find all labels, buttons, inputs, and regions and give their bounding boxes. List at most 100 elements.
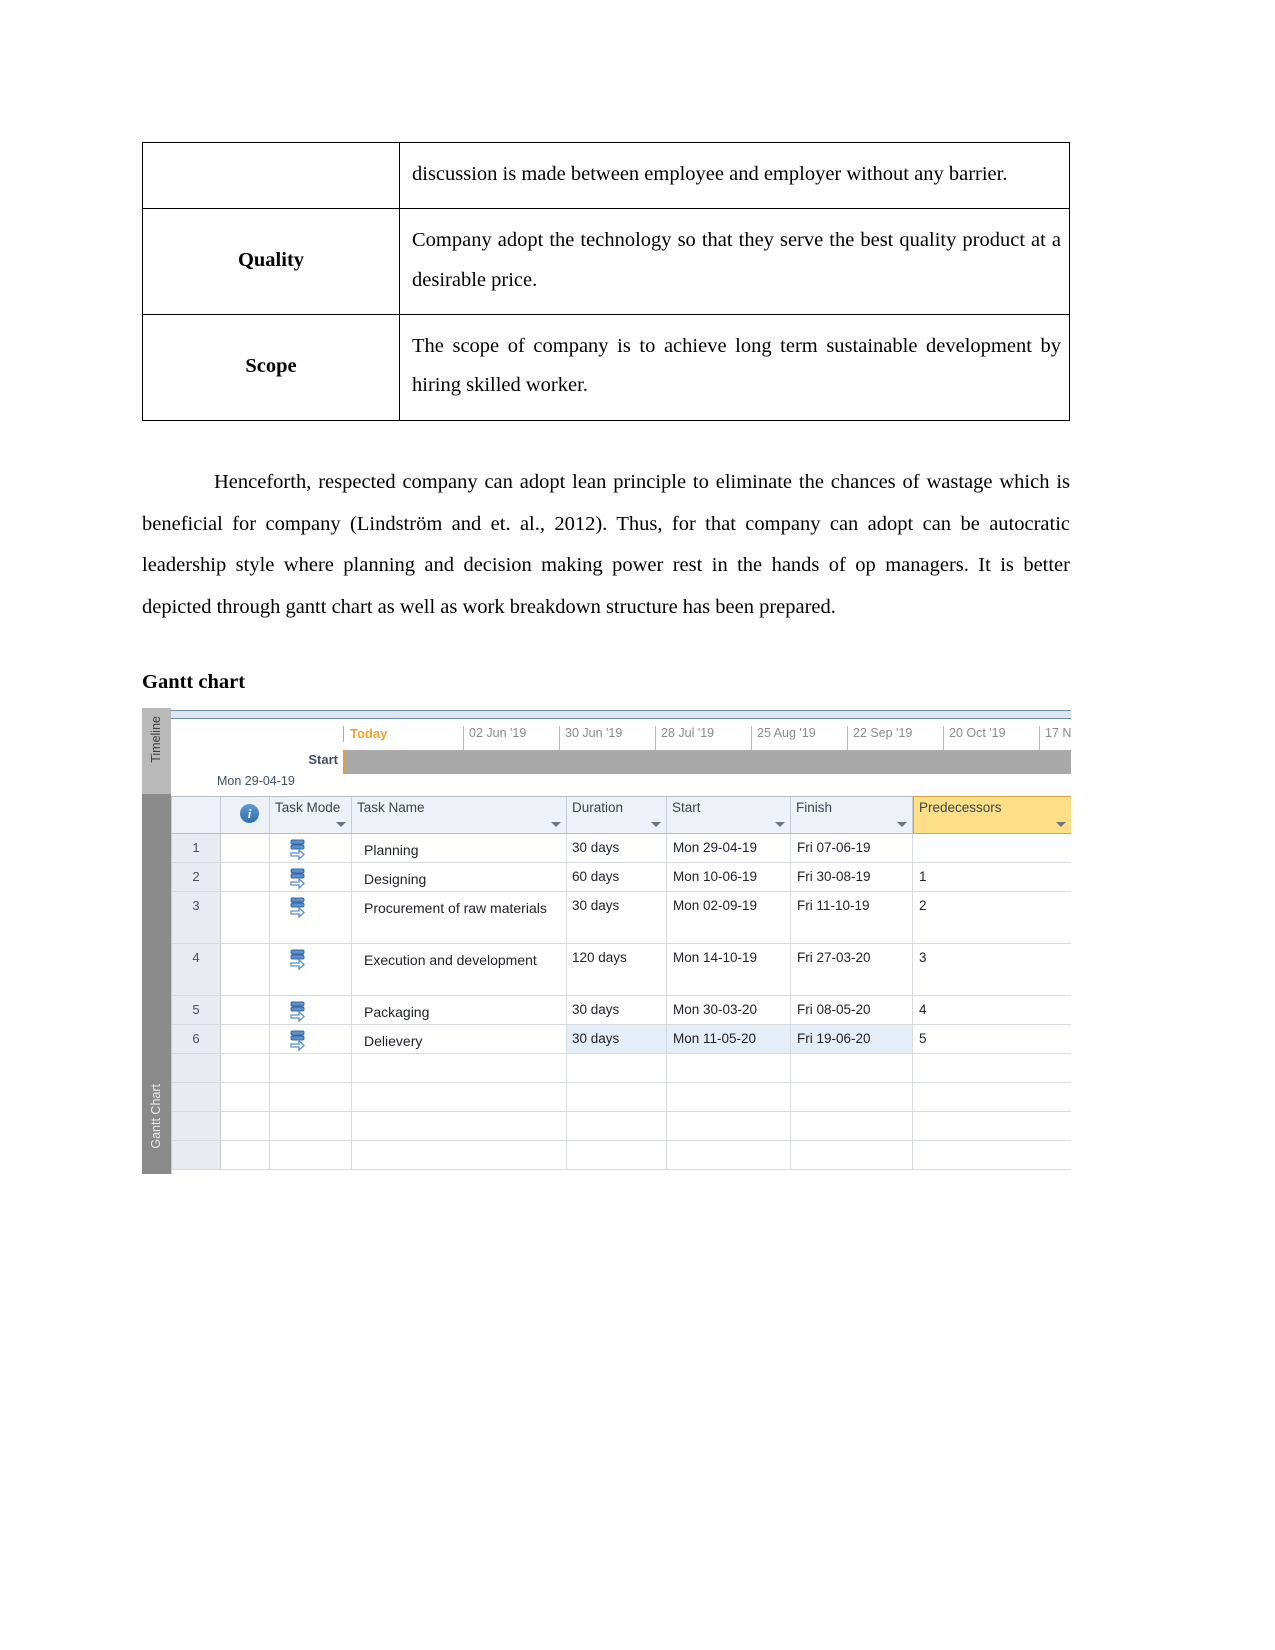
timeline-project-bar[interactable] [343,750,1071,774]
cell-duration[interactable] [567,1141,667,1169]
cell-task-name[interactable] [352,1112,567,1140]
tab-gantt-chart[interactable]: Gantt Chart [142,794,171,1174]
cell-duration[interactable]: 30 days [567,834,667,862]
cell-finish[interactable]: Fri 07-06-19 [791,834,913,862]
table-row[interactable]: 1 Planning 30 days Mon 29-04-19 Fri 07-0… [172,834,1071,863]
column-header-predecessors[interactable]: Predecessors [913,796,1071,834]
chevron-down-icon[interactable] [1056,822,1066,827]
cell-task-name[interactable]: Packaging [352,996,567,1024]
cell-indicators[interactable] [221,892,270,943]
row-number[interactable]: 2 [172,863,221,891]
table-row-empty[interactable] [172,1054,1071,1083]
chevron-down-icon[interactable] [897,822,907,827]
cell-task-name[interactable] [352,1141,567,1169]
cell-predecessors[interactable]: 4 [913,996,1071,1024]
cell-duration[interactable]: 30 days [567,892,667,943]
cell-duration[interactable] [567,1083,667,1111]
cell-indicators[interactable] [221,996,270,1024]
cell-task-mode[interactable] [270,1083,352,1111]
cell-duration[interactable] [567,1054,667,1082]
cell-start[interactable] [667,1112,791,1140]
cell-start[interactable]: Mon 11-05-20 [667,1025,791,1053]
cell-start[interactable]: Mon 30-03-20 [667,996,791,1024]
cell-duration[interactable] [567,1112,667,1140]
cell-predecessors[interactable] [913,1083,1071,1111]
column-header-rownum[interactable] [172,797,221,833]
cell-start[interactable]: Mon 29-04-19 [667,834,791,862]
cell-task-mode[interactable] [270,1025,352,1053]
tab-timeline[interactable]: Timeline [142,708,172,794]
row-number[interactable]: 3 [172,892,221,943]
column-header-duration[interactable]: Duration [567,797,667,833]
table-row[interactable]: 4 Execution and development 120 days Mon… [172,944,1071,996]
cell-finish[interactable]: Fri 19-06-20 [791,1025,913,1053]
row-number[interactable] [172,1054,221,1082]
row-number[interactable] [172,1141,221,1169]
cell-indicators[interactable] [221,1025,270,1053]
cell-task-name[interactable]: Delievery [352,1025,567,1053]
timeline-pane[interactable]: 02 Jun '19 30 Jun '19 28 Jul '19 25 Aug … [171,708,1071,794]
cell-duration[interactable]: 120 days [567,944,667,995]
table-row-empty[interactable] [172,1083,1071,1112]
table-row[interactable]: 2 Designing 60 days Mon 10-06-19 Fri 30-… [172,863,1071,892]
cell-indicators[interactable] [221,834,270,862]
cell-indicators[interactable] [221,944,270,995]
table-row-empty[interactable] [172,1112,1071,1141]
task-grid[interactable]: i Task Mode Task Name Duration Start Fin… [171,796,1071,1174]
chevron-down-icon[interactable] [775,822,785,827]
cell-finish[interactable]: Fri 11-10-19 [791,892,913,943]
row-number[interactable]: 4 [172,944,221,995]
chevron-down-icon[interactable] [551,822,561,827]
cell-predecessors[interactable] [913,834,1071,862]
column-header-finish[interactable]: Finish [791,797,913,833]
cell-duration[interactable]: 30 days [567,1025,667,1053]
table-row[interactable]: 5 Packaging 30 days Mon 30-03-20 Fri 08-… [172,996,1071,1025]
cell-task-mode[interactable] [270,1141,352,1169]
cell-task-name[interactable]: Procurement of raw materials [352,892,567,943]
column-header-task-name[interactable]: Task Name [352,797,567,833]
cell-predecessors[interactable]: 5 [913,1025,1071,1053]
cell-indicators[interactable] [221,1112,270,1140]
column-header-task-mode[interactable]: Task Mode [270,797,352,833]
cell-task-mode[interactable] [270,1112,352,1140]
cell-predecessors[interactable] [913,1112,1071,1140]
chevron-down-icon[interactable] [651,822,661,827]
cell-start[interactable] [667,1054,791,1082]
cell-start[interactable]: Mon 10-06-19 [667,863,791,891]
table-row[interactable]: 6 Delievery 30 days Mon 11-05-20 Fri 19-… [172,1025,1071,1054]
cell-predecessors[interactable]: 1 [913,863,1071,891]
column-header-start[interactable]: Start [667,797,791,833]
row-number[interactable] [172,1112,221,1140]
column-header-indicators[interactable]: i [221,797,270,833]
cell-finish[interactable]: Fri 30-08-19 [791,863,913,891]
cell-task-mode[interactable] [270,863,352,891]
cell-finish[interactable] [791,1054,913,1082]
cell-task-mode[interactable] [270,834,352,862]
cell-start[interactable] [667,1141,791,1169]
cell-task-name[interactable]: Execution and development [352,944,567,995]
cell-finish[interactable]: Fri 27-03-20 [791,944,913,995]
cell-task-mode[interactable] [270,892,352,943]
cell-task-name[interactable] [352,1083,567,1111]
cell-duration[interactable]: 30 days [567,996,667,1024]
cell-duration[interactable]: 60 days [567,863,667,891]
cell-start[interactable] [667,1083,791,1111]
row-number[interactable]: 5 [172,996,221,1024]
cell-start[interactable]: Mon 14-10-19 [667,944,791,995]
cell-indicators[interactable] [221,1141,270,1169]
cell-task-mode[interactable] [270,944,352,995]
cell-task-name[interactable]: Designing [352,863,567,891]
row-number[interactable]: 6 [172,1025,221,1053]
cell-indicators[interactable] [221,863,270,891]
cell-indicators[interactable] [221,1054,270,1082]
cell-start[interactable]: Mon 02-09-19 [667,892,791,943]
table-row[interactable]: 3 Procurement of raw materials 30 days M… [172,892,1071,944]
cell-finish[interactable]: Fri 08-05-20 [791,996,913,1024]
row-number[interactable]: 1 [172,834,221,862]
cell-predecessors[interactable]: 3 [913,944,1071,995]
cell-finish[interactable] [791,1141,913,1169]
cell-predecessors[interactable]: 2 [913,892,1071,943]
chevron-down-icon[interactable] [336,822,346,827]
cell-finish[interactable] [791,1112,913,1140]
cell-task-mode[interactable] [270,996,352,1024]
